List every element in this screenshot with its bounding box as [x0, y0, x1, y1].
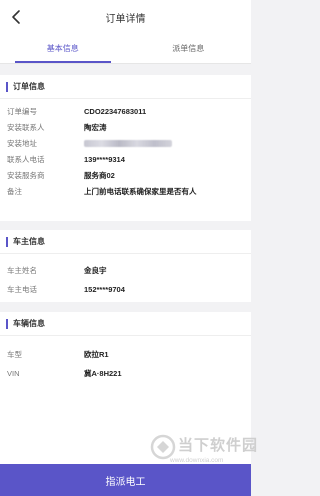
remark-value: 上门前电话联系确保家里是否有人	[84, 186, 197, 196]
watermark-url: www.downxia.com	[170, 457, 224, 464]
service-provider-row: 安装服务商 服务商02	[0, 167, 251, 183]
service-provider-value: 服务商02	[84, 170, 115, 180]
install-address-label: 安装地址	[7, 138, 37, 148]
vehicle-info-title: 车辆信息	[13, 319, 45, 328]
owner-name-value: 金良宇	[84, 265, 107, 275]
order-number-row: 订单编号 CDO22347683011	[0, 103, 251, 119]
top-bar: 订单详情	[0, 0, 251, 34]
install-address-row: 安装地址	[0, 135, 251, 151]
install-contact-label: 安装联系人	[7, 122, 45, 132]
vehicle-info-header: 车辆信息	[0, 312, 251, 336]
vehicle-model-row: 车型 欧拉R1	[0, 344, 251, 364]
vin-value: 冀A·8H221	[84, 368, 122, 378]
contact-phone-value: 139****9314	[84, 154, 125, 164]
vin-label: VIN	[7, 368, 20, 378]
section-accent-bar	[6, 81, 8, 92]
order-info-title: 订单信息	[13, 82, 45, 91]
order-number-value: CDO22347683011	[84, 106, 147, 116]
contact-phone-label: 联系人电话	[7, 154, 45, 164]
owner-phone-label: 车主电话	[7, 284, 37, 294]
tab-basic-info[interactable]: 基本信息	[0, 34, 126, 63]
owner-phone-row: 车主电话 152****9704	[0, 280, 251, 298]
order-info-section: 订单信息 订单编号 CDO22347683011 安装联系人 陶宏涛 安装地址 …	[0, 75, 251, 221]
order-info-header: 订单信息	[0, 75, 251, 99]
owner-name-label: 车主姓名	[7, 265, 37, 275]
owner-phone-value: 152****9704	[84, 284, 125, 294]
install-contact-value: 陶宏涛	[84, 122, 107, 132]
remark-row: 备注 上门前电话联系确保家里是否有人	[0, 183, 251, 199]
install-address-blurred-value	[84, 139, 172, 147]
service-provider-label: 安装服务商	[7, 170, 45, 180]
section-accent-bar	[6, 318, 8, 329]
order-number-label: 订单编号	[7, 106, 37, 116]
vehicle-model-label: 车型	[7, 349, 22, 359]
owner-info-title: 车主信息	[13, 237, 45, 246]
remark-label: 备注	[7, 186, 22, 196]
assign-electrician-button[interactable]: 指派电工	[0, 464, 251, 496]
section-accent-bar	[6, 236, 8, 247]
watermark-name: 当下软件园	[178, 437, 259, 454]
vehicle-model-value: 欧拉R1	[84, 349, 109, 359]
owner-info-header: 车主信息	[0, 230, 251, 254]
tab-bar: 基本信息 派单信息	[0, 34, 251, 64]
contact-phone-row: 联系人电话 139****9314	[0, 151, 251, 167]
back-arrow-icon[interactable]	[10, 9, 24, 25]
tab-dispatch-info[interactable]: 派单信息	[126, 34, 252, 63]
owner-name-row: 车主姓名 金良宇	[0, 260, 251, 280]
page-title: 订单详情	[105, 13, 146, 25]
vin-row: VIN 冀A·8H221	[0, 364, 251, 382]
owner-info-section: 车主信息 车主姓名 金良宇 车主电话 152****9704	[0, 230, 251, 302]
install-contact-row: 安装联系人 陶宏涛	[0, 119, 251, 135]
